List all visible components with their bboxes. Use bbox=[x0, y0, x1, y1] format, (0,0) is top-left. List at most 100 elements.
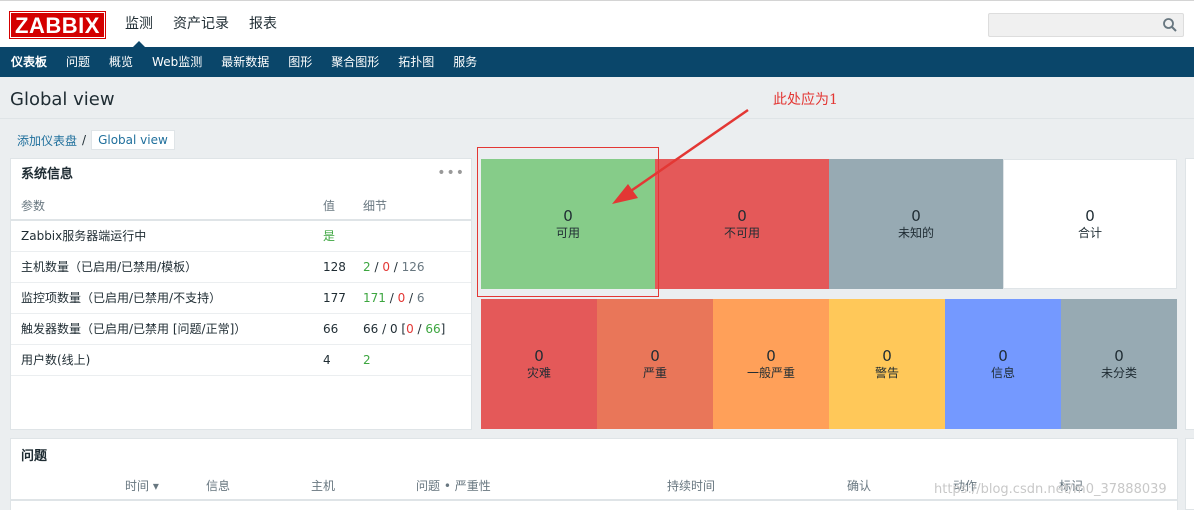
column-info: 信息 bbox=[206, 479, 231, 493]
severity-label: 未分类 bbox=[1100, 365, 1137, 380]
table-row: 主机数量（已启用/已禁用/模板） 128 2 / 0 / 126 bbox=[11, 251, 471, 283]
severity-information[interactable]: 0 信息 bbox=[945, 299, 1061, 429]
title-divider bbox=[0, 118, 1194, 119]
system-info-table: 参数 值 细节 Zabbix服务器端运行中 是 主机数量（已启用/已禁用/模板）… bbox=[11, 191, 471, 376]
unknown-count: 0 bbox=[911, 206, 921, 225]
main-menu: 监测 资产记录 报表 bbox=[125, 1, 297, 48]
column-time[interactable]: 时间 ▾ bbox=[125, 477, 159, 494]
param-cell: 用户数(线上) bbox=[11, 344, 323, 376]
param-cell: 触发器数量（已启用/已禁用 [问题/正常]） bbox=[11, 313, 323, 345]
severity-count: 0 bbox=[534, 346, 544, 365]
watermark: https://blog.csdn.net/m0_37888039 bbox=[934, 482, 1167, 497]
severity-label: 警告 bbox=[874, 365, 899, 380]
table-row: 监控项数量（已启用/已禁用/不支持） 177 171 / 0 / 6 bbox=[11, 282, 471, 314]
column-header: 参数 bbox=[11, 191, 323, 221]
detail-enabled-disabled: 66 / 0 [ bbox=[363, 321, 407, 336]
unavailable-count: 0 bbox=[737, 206, 747, 225]
breadcrumb-separator: / bbox=[82, 133, 87, 147]
breadcrumb: 添加仪表盘 / Global view bbox=[17, 130, 175, 150]
system-info-widget: 系统信息 ••• 参数 值 细节 Zabbix服务器端运行中 是 主机数量（已启… bbox=[10, 158, 472, 430]
widget-menu-icon[interactable]: ••• bbox=[437, 165, 465, 181]
breadcrumb-dashboards-link[interactable]: 添加仪表盘 bbox=[17, 132, 77, 149]
annotation-text: 此处应为1 bbox=[773, 92, 838, 108]
table-header-row: 参数 值 细节 bbox=[11, 191, 471, 221]
detail-unsupported: 6 bbox=[416, 290, 425, 305]
detail-cell: 2 bbox=[363, 344, 471, 376]
detail-online: 2 bbox=[363, 352, 371, 367]
value-cell: 128 bbox=[323, 251, 363, 283]
detail-sep: / bbox=[405, 290, 417, 305]
column-problem-severity: 问题 • 严重性 bbox=[416, 479, 491, 493]
widget-title: 系统信息 bbox=[21, 167, 74, 182]
severity-label: 灾难 bbox=[526, 365, 551, 380]
value-cell: 是 bbox=[323, 220, 363, 252]
severity-label: 严重 bbox=[642, 365, 667, 380]
submenu-graphs[interactable]: 图形 bbox=[288, 47, 312, 77]
menu-inventory[interactable]: 资产记录 bbox=[173, 1, 229, 48]
search-input[interactable] bbox=[988, 13, 1184, 37]
total-label: 合计 bbox=[1077, 225, 1102, 240]
severity-warning[interactable]: 0 警告 bbox=[829, 299, 945, 429]
detail-enabled: 171 bbox=[363, 290, 386, 305]
submenu-web[interactable]: Web监测 bbox=[152, 47, 202, 77]
severity-label: 信息 bbox=[990, 365, 1015, 380]
right-widget-edge bbox=[1185, 158, 1194, 430]
detail-problem: 0 bbox=[406, 321, 414, 336]
detail-cell: 171 / 0 / 6 bbox=[363, 282, 471, 314]
severity-average[interactable]: 0 一般严重 bbox=[713, 299, 829, 429]
detail-templates: 126 bbox=[401, 259, 425, 274]
detail-ok: 66 bbox=[425, 321, 441, 336]
submenu-screens[interactable]: 聚合图形 bbox=[331, 47, 379, 77]
detail-close: ] bbox=[440, 321, 446, 336]
submenu-dashboard[interactable]: 仪表板 bbox=[11, 47, 47, 77]
detail-sep: / bbox=[385, 290, 398, 305]
menu-reports[interactable]: 报表 bbox=[249, 1, 277, 48]
submenu-services[interactable]: 服务 bbox=[453, 47, 477, 77]
severity-label: 一般严重 bbox=[746, 365, 795, 380]
table-row: 触发器数量（已启用/已禁用 [问题/正常]） 66 66 / 0 [0 / 66… bbox=[11, 313, 471, 345]
detail-disabled: 0 bbox=[382, 259, 390, 274]
submenu-maps[interactable]: 拓扑图 bbox=[398, 47, 434, 77]
severity-count: 0 bbox=[766, 346, 776, 365]
zabbix-logo[interactable]: ZABBIX bbox=[9, 11, 106, 39]
severity-count: 0 bbox=[882, 346, 892, 365]
severity-count: 0 bbox=[1114, 346, 1124, 365]
detail-cell: 2 / 0 / 126 bbox=[363, 251, 471, 283]
detail-cell: 66 / 0 [0 / 66] bbox=[363, 313, 471, 345]
column-duration: 持续时间 bbox=[667, 479, 716, 493]
detail-sep: / bbox=[370, 259, 383, 274]
severity-high[interactable]: 0 严重 bbox=[597, 299, 713, 429]
detail-sep: / bbox=[389, 259, 402, 274]
host-availability-unavailable[interactable]: 0 不可用 bbox=[655, 159, 829, 289]
value-cell: 4 bbox=[323, 344, 363, 376]
value-cell: 177 bbox=[323, 282, 363, 314]
severity-disaster[interactable]: 0 灾难 bbox=[481, 299, 597, 429]
value-cell: 66 bbox=[323, 313, 363, 345]
page-title: Global view bbox=[10, 89, 115, 110]
submenu-latest-data[interactable]: 最新数据 bbox=[221, 47, 269, 77]
menu-monitoring[interactable]: 监测 bbox=[125, 1, 153, 48]
table-row: 用户数(线上) 4 2 bbox=[11, 344, 471, 376]
right-widget-edge bbox=[1185, 438, 1194, 510]
unavailable-label: 不可用 bbox=[723, 225, 760, 240]
column-header: 细节 bbox=[363, 191, 471, 221]
column-ack: 确认 bbox=[847, 479, 872, 493]
severity-not-classified[interactable]: 0 未分类 bbox=[1061, 299, 1177, 429]
param-cell: 主机数量（已启用/已禁用/模板） bbox=[11, 251, 323, 283]
submenu-overview[interactable]: 概览 bbox=[109, 47, 133, 77]
top-header: ZABBIX 监测 资产记录 报表 bbox=[0, 0, 1194, 48]
sub-menu: 仪表板 问题 概览 Web监测 最新数据 图形 聚合图形 拓扑图 服务 bbox=[0, 47, 1194, 77]
widget-title: 问题 bbox=[21, 449, 48, 464]
submenu-problems[interactable]: 问题 bbox=[66, 47, 90, 77]
search-icon[interactable] bbox=[1162, 17, 1178, 33]
host-availability-unknown[interactable]: 0 未知的 bbox=[829, 159, 1003, 289]
annotation-highlight-box bbox=[477, 147, 659, 297]
breadcrumb-current[interactable]: Global view bbox=[91, 130, 175, 150]
param-cell: Zabbix服务器端运行中 bbox=[11, 220, 323, 252]
host-availability-total[interactable]: 0 合计 bbox=[1003, 159, 1177, 289]
detail-cell bbox=[363, 220, 471, 252]
column-host: 主机 bbox=[311, 479, 336, 493]
param-cell: 监控项数量（已启用/已禁用/不支持） bbox=[11, 282, 323, 314]
unknown-label: 未知的 bbox=[897, 225, 934, 240]
severity-count: 0 bbox=[650, 346, 660, 365]
